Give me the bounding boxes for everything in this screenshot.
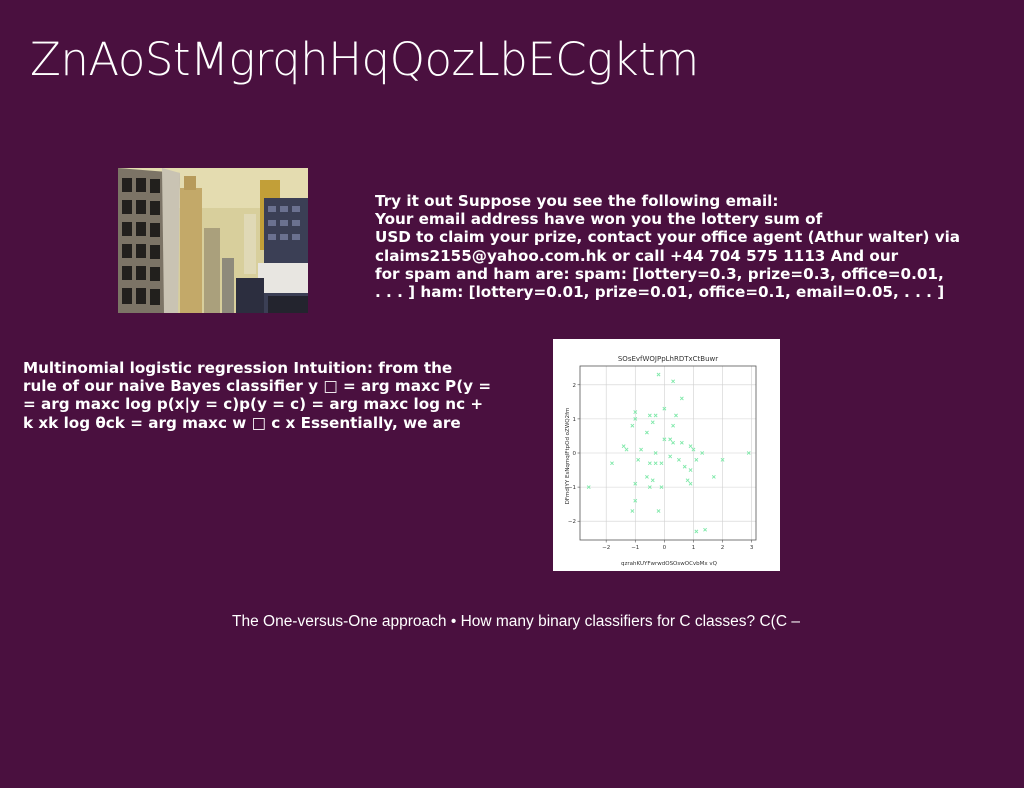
data-point xyxy=(639,447,644,452)
data-point xyxy=(685,478,690,483)
data-point xyxy=(694,529,699,534)
y-tick-label: 0 xyxy=(573,451,577,457)
data-point xyxy=(650,478,655,483)
data-point xyxy=(711,474,716,479)
x-tick-label: 1 xyxy=(692,545,696,551)
x-tick-label: 0 xyxy=(663,545,667,551)
data-point xyxy=(644,430,649,435)
text-line: . . . ] ham: [lottery=0.01, prize=0.01, … xyxy=(375,283,945,302)
data-point xyxy=(676,457,681,462)
data-point xyxy=(650,420,655,425)
data-point xyxy=(647,461,652,466)
data-point xyxy=(644,474,649,479)
data-point xyxy=(630,423,635,428)
x-tick-label: −1 xyxy=(631,545,639,551)
data-point xyxy=(653,461,658,466)
data-point xyxy=(688,481,693,486)
text-line: Try it out Suppose you see the following… xyxy=(375,192,779,210)
data-point xyxy=(621,444,626,449)
data-point xyxy=(682,464,687,469)
text-line: Multinomial logistic regression Intuitio… xyxy=(23,359,453,377)
data-point xyxy=(647,413,652,418)
data-point xyxy=(659,461,664,466)
text-line: rule of our naive Bayes classifier y □ =… xyxy=(23,377,492,396)
y-tick-label: −2 xyxy=(568,519,576,525)
data-point xyxy=(694,457,699,462)
text-line: claims2155@yahoo.com.hk or call +44 704 … xyxy=(375,246,899,265)
x-tick-label: −2 xyxy=(602,545,610,551)
data-point xyxy=(668,454,673,459)
data-point xyxy=(624,447,629,452)
slide-title: ZnAoStMgrqhHqQozLbECgktm xyxy=(30,33,699,86)
x-tick-label: 3 xyxy=(750,545,754,551)
spam-example-text: Try it out Suppose you see the following… xyxy=(375,192,1015,301)
city-buildings-photo xyxy=(118,168,308,313)
data-point xyxy=(671,440,676,445)
x-axis-label: qzrahKUYFwrwdOSOswOCvbMx vQ xyxy=(621,561,718,567)
x-tick-label: 2 xyxy=(721,545,725,551)
one-vs-one-caption: The One-versus-One approach • How many b… xyxy=(232,613,800,630)
data-point xyxy=(674,413,678,418)
data-point xyxy=(679,396,684,401)
text-line: = arg maxc log p(x|y = c)p(y = c) = arg … xyxy=(23,395,484,414)
data-point xyxy=(671,379,676,384)
data-point xyxy=(630,509,635,513)
data-point xyxy=(636,457,641,462)
data-point xyxy=(688,468,693,472)
data-point xyxy=(656,509,661,513)
scatter-chart: SOsEvfWOJPpLhRDTxCtBuwr −2 −1 0 1 2 3 −2 −1 0 1 2 … xyxy=(553,339,780,571)
data-point xyxy=(679,440,684,445)
text-line: Your email address have won you the lott… xyxy=(375,210,823,229)
data-point xyxy=(671,423,676,428)
y-axis-label: DFmdIYY EsNqmqlFtpOd oZWQ2fm xyxy=(565,408,571,505)
data-point xyxy=(688,444,693,449)
logistic-regression-text: Multinomial logistic regression Intuitio… xyxy=(23,359,543,432)
data-point xyxy=(656,372,661,377)
text-line: k xk log θck = arg maxc w □ c x Essentia… xyxy=(23,413,461,432)
data-point xyxy=(653,413,658,418)
data-point xyxy=(668,437,673,442)
data-point xyxy=(703,527,708,532)
y-tick-label: 1 xyxy=(573,417,577,423)
chart-title: SOsEvfWOJPpLhRDTxCtBuwr xyxy=(618,355,718,363)
text-line: for spam and ham are: spam: [lottery=0.3… xyxy=(375,264,944,283)
data-point xyxy=(610,461,614,466)
text-line: USD to claim your prize, contact your of… xyxy=(375,228,961,247)
y-tick-label: 2 xyxy=(573,383,577,389)
